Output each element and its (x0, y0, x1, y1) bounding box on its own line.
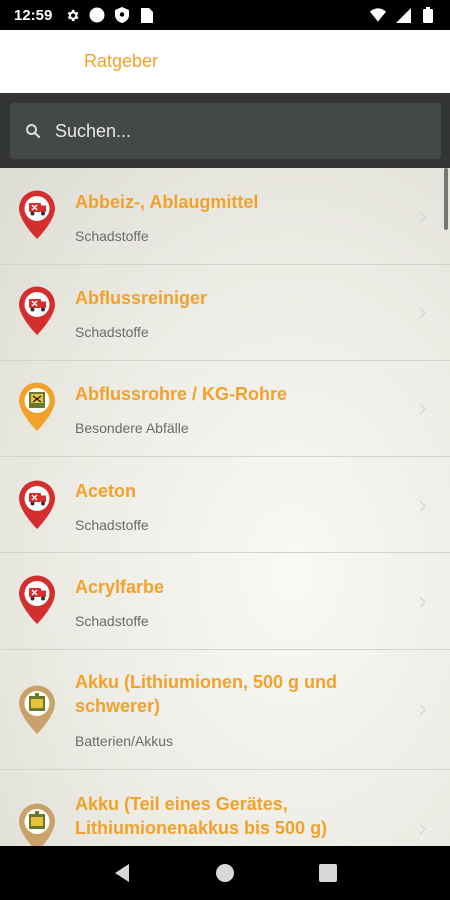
item-subtitle: Schadstoffe (75, 613, 149, 629)
list-item[interactable]: Abbeiz-, Ablaugmittel Schadstoffe (0, 168, 450, 265)
list-item[interactable]: Abflussreiniger Schadstoffe (0, 265, 450, 361)
list-item[interactable]: Aceton Schadstoffe (0, 457, 450, 553)
search-icon (24, 122, 42, 140)
hazardous-waste-truck-pin-icon (18, 190, 56, 240)
chevron-right-icon (418, 822, 428, 836)
item-title: Abflussreiniger (75, 288, 208, 308)
signal-icon (395, 7, 411, 23)
item-title: Acrylfarbe (75, 577, 165, 597)
chevron-right-icon (418, 499, 428, 513)
search-input[interactable] (55, 120, 395, 142)
hazardous-waste-truck-pin-icon (18, 480, 56, 530)
status-left-icons (64, 7, 155, 23)
app-bar: Ratgeber (0, 30, 450, 93)
list-item[interactable]: Acrylfarbe Schadstoffe (0, 553, 450, 650)
item-title: Abflussrohre / KG-Rohre (75, 384, 288, 404)
hazardous-waste-truck-pin-icon (18, 286, 56, 336)
sim-card-icon (139, 7, 155, 23)
special-waste-bin-pin-icon (18, 382, 56, 432)
circle-icon (89, 7, 105, 23)
list-item[interactable]: Abflussrohre / KG-Rohre Besondere Abfäll… (0, 361, 450, 457)
item-subtitle: Schadstoffe (75, 228, 149, 244)
status-right-icons (370, 7, 436, 23)
item-subtitle: Schadstoffe (75, 324, 149, 340)
item-subtitle: Batterien/Akkus (75, 733, 174, 749)
item-subtitle: Schadstoffe (75, 517, 149, 533)
search-bar (0, 93, 450, 168)
shield-icon (114, 7, 130, 23)
chevron-right-icon (418, 703, 428, 717)
wifi-icon (370, 7, 386, 23)
gear-icon (64, 7, 80, 23)
scrollbar-thumb[interactable] (444, 168, 448, 230)
recents-icon[interactable] (313, 858, 343, 888)
battery-icon (420, 7, 436, 23)
chevron-right-icon (418, 595, 428, 609)
list-item[interactable]: Akku (Lithiumionen, 500 g und schwerer) … (0, 650, 450, 770)
list-item[interactable]: Akku (Teil eines Gerätes, Lithiumionenak… (0, 770, 450, 846)
battery-bin-pin-icon (18, 803, 56, 846)
item-title: Aceton (75, 481, 137, 501)
advice-list: Abbeiz-, Ablaugmittel Schadstoffe Abflus… (0, 168, 450, 846)
search-box[interactable] (10, 103, 441, 159)
back-icon[interactable] (107, 858, 137, 888)
system-nav-bar (0, 846, 450, 900)
hazardous-waste-truck-pin-icon (18, 575, 56, 625)
battery-bin-pin-icon (18, 685, 56, 735)
status-bar: 12:59 (0, 0, 450, 30)
chevron-right-icon (418, 210, 428, 224)
home-icon[interactable] (210, 858, 240, 888)
status-time: 12:59 (14, 6, 53, 24)
chevron-right-icon (418, 402, 428, 416)
page-title: Ratgeber (84, 51, 159, 71)
item-title: Abbeiz-, Ablaugmittel (75, 192, 259, 212)
item-subtitle: Besondere Abfälle (75, 420, 189, 436)
item-title: Akku (Lithiumionen, 500 g und schwerer) (75, 672, 338, 716)
item-title: Akku (Teil eines Gerätes, Lithiumionenak… (75, 794, 328, 838)
chevron-right-icon (418, 306, 428, 320)
